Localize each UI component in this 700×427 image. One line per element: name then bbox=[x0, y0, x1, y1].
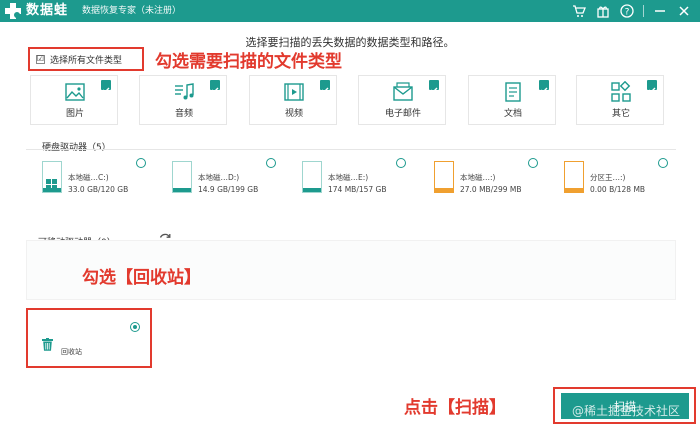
file-type-label: 电子邮件 bbox=[384, 109, 421, 119]
drive-radio[interactable] bbox=[528, 158, 538, 168]
recycle-bin-option[interactable]: 回收站 bbox=[26, 308, 152, 368]
drive-usage-bar bbox=[435, 188, 453, 192]
drive-e[interactable]: 本地磁…E:) 174 MB/157 GB bbox=[288, 158, 408, 208]
drive-radio[interactable] bbox=[136, 158, 146, 168]
select-all-label: 选择所有文件类型 bbox=[50, 55, 123, 66]
file-type-video[interactable]: 视频 bbox=[249, 75, 337, 125]
drive-size: 174 MB/157 GB bbox=[328, 185, 387, 194]
drive-name: 本地磁…D:) bbox=[198, 173, 240, 182]
drive-usage-bar bbox=[303, 188, 321, 192]
file-type-label: 文档 bbox=[503, 109, 522, 119]
drive-radio[interactable] bbox=[266, 158, 276, 168]
file-type-label: 视频 bbox=[284, 109, 303, 119]
file-type-image[interactable]: 图片 bbox=[30, 75, 118, 125]
gift-icon[interactable] bbox=[595, 3, 611, 19]
annotation-scan: 点击【扫描】 bbox=[404, 398, 506, 418]
drive-4-icon bbox=[434, 161, 454, 193]
checked-icon[interactable] bbox=[647, 80, 657, 93]
drive-5-icon bbox=[564, 161, 584, 193]
logo-icon bbox=[5, 3, 21, 19]
checked-icon[interactable] bbox=[429, 80, 439, 93]
title-bar-actions: ? bbox=[571, 2, 692, 20]
minimize-icon[interactable] bbox=[652, 3, 668, 19]
drive-5[interactable]: 分区王…:) 0.00 B/128 MB bbox=[550, 158, 670, 208]
file-type-document[interactable]: 文档 bbox=[468, 75, 556, 125]
file-type-email[interactable]: 电子邮件 bbox=[358, 75, 446, 125]
drive-c-icon bbox=[42, 161, 62, 193]
annotation-recycle: 勾选【回收站】 bbox=[82, 268, 201, 288]
svg-text:?: ? bbox=[625, 8, 630, 18]
checked-icon[interactable] bbox=[539, 80, 549, 93]
drive-name: 分区王…:) bbox=[590, 173, 626, 182]
video-icon bbox=[284, 83, 304, 101]
document-icon bbox=[505, 82, 521, 102]
drive-size: 27.0 MB/299 MB bbox=[460, 185, 522, 194]
drive-radio[interactable] bbox=[658, 158, 668, 168]
recycle-bin-label: 回收站 bbox=[61, 348, 82, 356]
drive-c[interactable]: 本地磁…C:) 33.0 GB/120 GB bbox=[28, 158, 148, 208]
checked-icon[interactable] bbox=[320, 80, 330, 93]
cart-icon[interactable] bbox=[571, 3, 587, 19]
drive-name: 本地磁…:) bbox=[460, 173, 496, 182]
email-icon bbox=[393, 82, 413, 101]
drive-e-icon bbox=[302, 161, 322, 193]
title-bar-separator bbox=[643, 5, 644, 17]
drive-radio[interactable] bbox=[396, 158, 406, 168]
annotation-select-types: 勾选需要扫描的文件类型 bbox=[155, 52, 342, 72]
drive-usage-bar bbox=[173, 188, 191, 192]
recycle-bin-radio[interactable] bbox=[130, 322, 140, 332]
watermark: @稀土掘金技术社区 bbox=[572, 404, 681, 418]
file-type-other[interactable]: 其它 bbox=[576, 75, 664, 125]
app-name: 数据蛙 bbox=[26, 3, 69, 18]
file-type-label: 音频 bbox=[174, 109, 193, 119]
drive-d[interactable]: 本地磁…D:) 14.9 GB/199 GB bbox=[158, 158, 278, 208]
select-all-check[interactable]: ☑ bbox=[36, 54, 45, 64]
windows-icon bbox=[46, 179, 57, 190]
image-icon bbox=[65, 83, 85, 101]
drive-usage-bar bbox=[565, 188, 583, 192]
file-type-label: 其它 bbox=[611, 109, 630, 119]
app-subtitle: 数据恢复专家（未注册） bbox=[82, 6, 182, 16]
select-all-checkbox[interactable]: ☑ 选择所有文件类型 bbox=[28, 47, 144, 71]
drive-4[interactable]: 本地磁…:) 27.0 MB/299 MB bbox=[420, 158, 540, 208]
other-icon bbox=[611, 81, 631, 102]
drive-size: 33.0 GB/120 GB bbox=[68, 185, 129, 194]
file-type-audio[interactable]: 音频 bbox=[139, 75, 227, 125]
checked-icon[interactable] bbox=[101, 80, 111, 93]
file-type-label: 图片 bbox=[65, 109, 84, 119]
music-icon bbox=[175, 83, 194, 100]
drive-size: 14.9 GB/199 GB bbox=[198, 185, 259, 194]
drive-name: 本地磁…E:) bbox=[328, 173, 369, 182]
title-bar: 数据蛙 数据恢复专家（未注册） ? bbox=[0, 0, 700, 22]
app-window: 数据蛙 数据恢复专家（未注册） ? 选择要扫描的丢失数据的数据类型和路径。 ☑ … bbox=[0, 0, 700, 427]
drive-name: 本地磁…C:) bbox=[68, 173, 109, 182]
close-icon[interactable] bbox=[676, 3, 692, 19]
drive-d-icon bbox=[172, 161, 192, 193]
drive-size: 0.00 B/128 MB bbox=[590, 185, 646, 194]
help-icon[interactable]: ? bbox=[619, 3, 635, 19]
trash-icon bbox=[42, 338, 53, 351]
checked-icon[interactable] bbox=[210, 80, 220, 93]
